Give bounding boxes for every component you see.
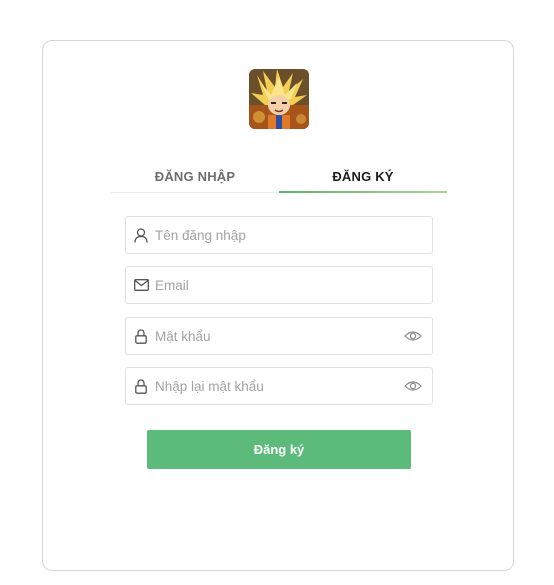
eye-icon[interactable] [404, 379, 422, 393]
confirm-password-field[interactable] [125, 367, 433, 405]
tab-register[interactable]: ĐĂNG KÝ [279, 159, 447, 193]
confirm-password-input[interactable] [155, 368, 404, 404]
lock-icon [133, 378, 149, 394]
user-icon [133, 227, 149, 243]
eye-icon[interactable] [404, 329, 422, 343]
register-card: ĐĂNG NHẬP ĐĂNG KÝ Tên đăng nhập Email Đă… [42, 40, 514, 571]
register-button[interactable]: Đăng ký [147, 430, 411, 469]
mail-icon [133, 277, 149, 293]
email-field[interactable] [125, 266, 433, 304]
active-tab-indicator [279, 191, 447, 193]
password-field[interactable] [125, 317, 433, 355]
game-logo-image [249, 69, 309, 129]
tab-login[interactable]: ĐĂNG NHẬP [111, 159, 279, 193]
password-input[interactable] [155, 318, 404, 354]
email-input[interactable] [155, 267, 432, 303]
username-field[interactable] [125, 216, 433, 254]
username-input[interactable] [155, 217, 432, 253]
auth-tabs: ĐĂNG NHẬP ĐĂNG KÝ [111, 159, 447, 193]
tab-login-label: ĐĂNG NHẬP [154, 168, 236, 184]
game-logo [249, 69, 309, 129]
lock-icon [133, 328, 149, 344]
tab-register-label: ĐĂNG KÝ [332, 168, 394, 184]
